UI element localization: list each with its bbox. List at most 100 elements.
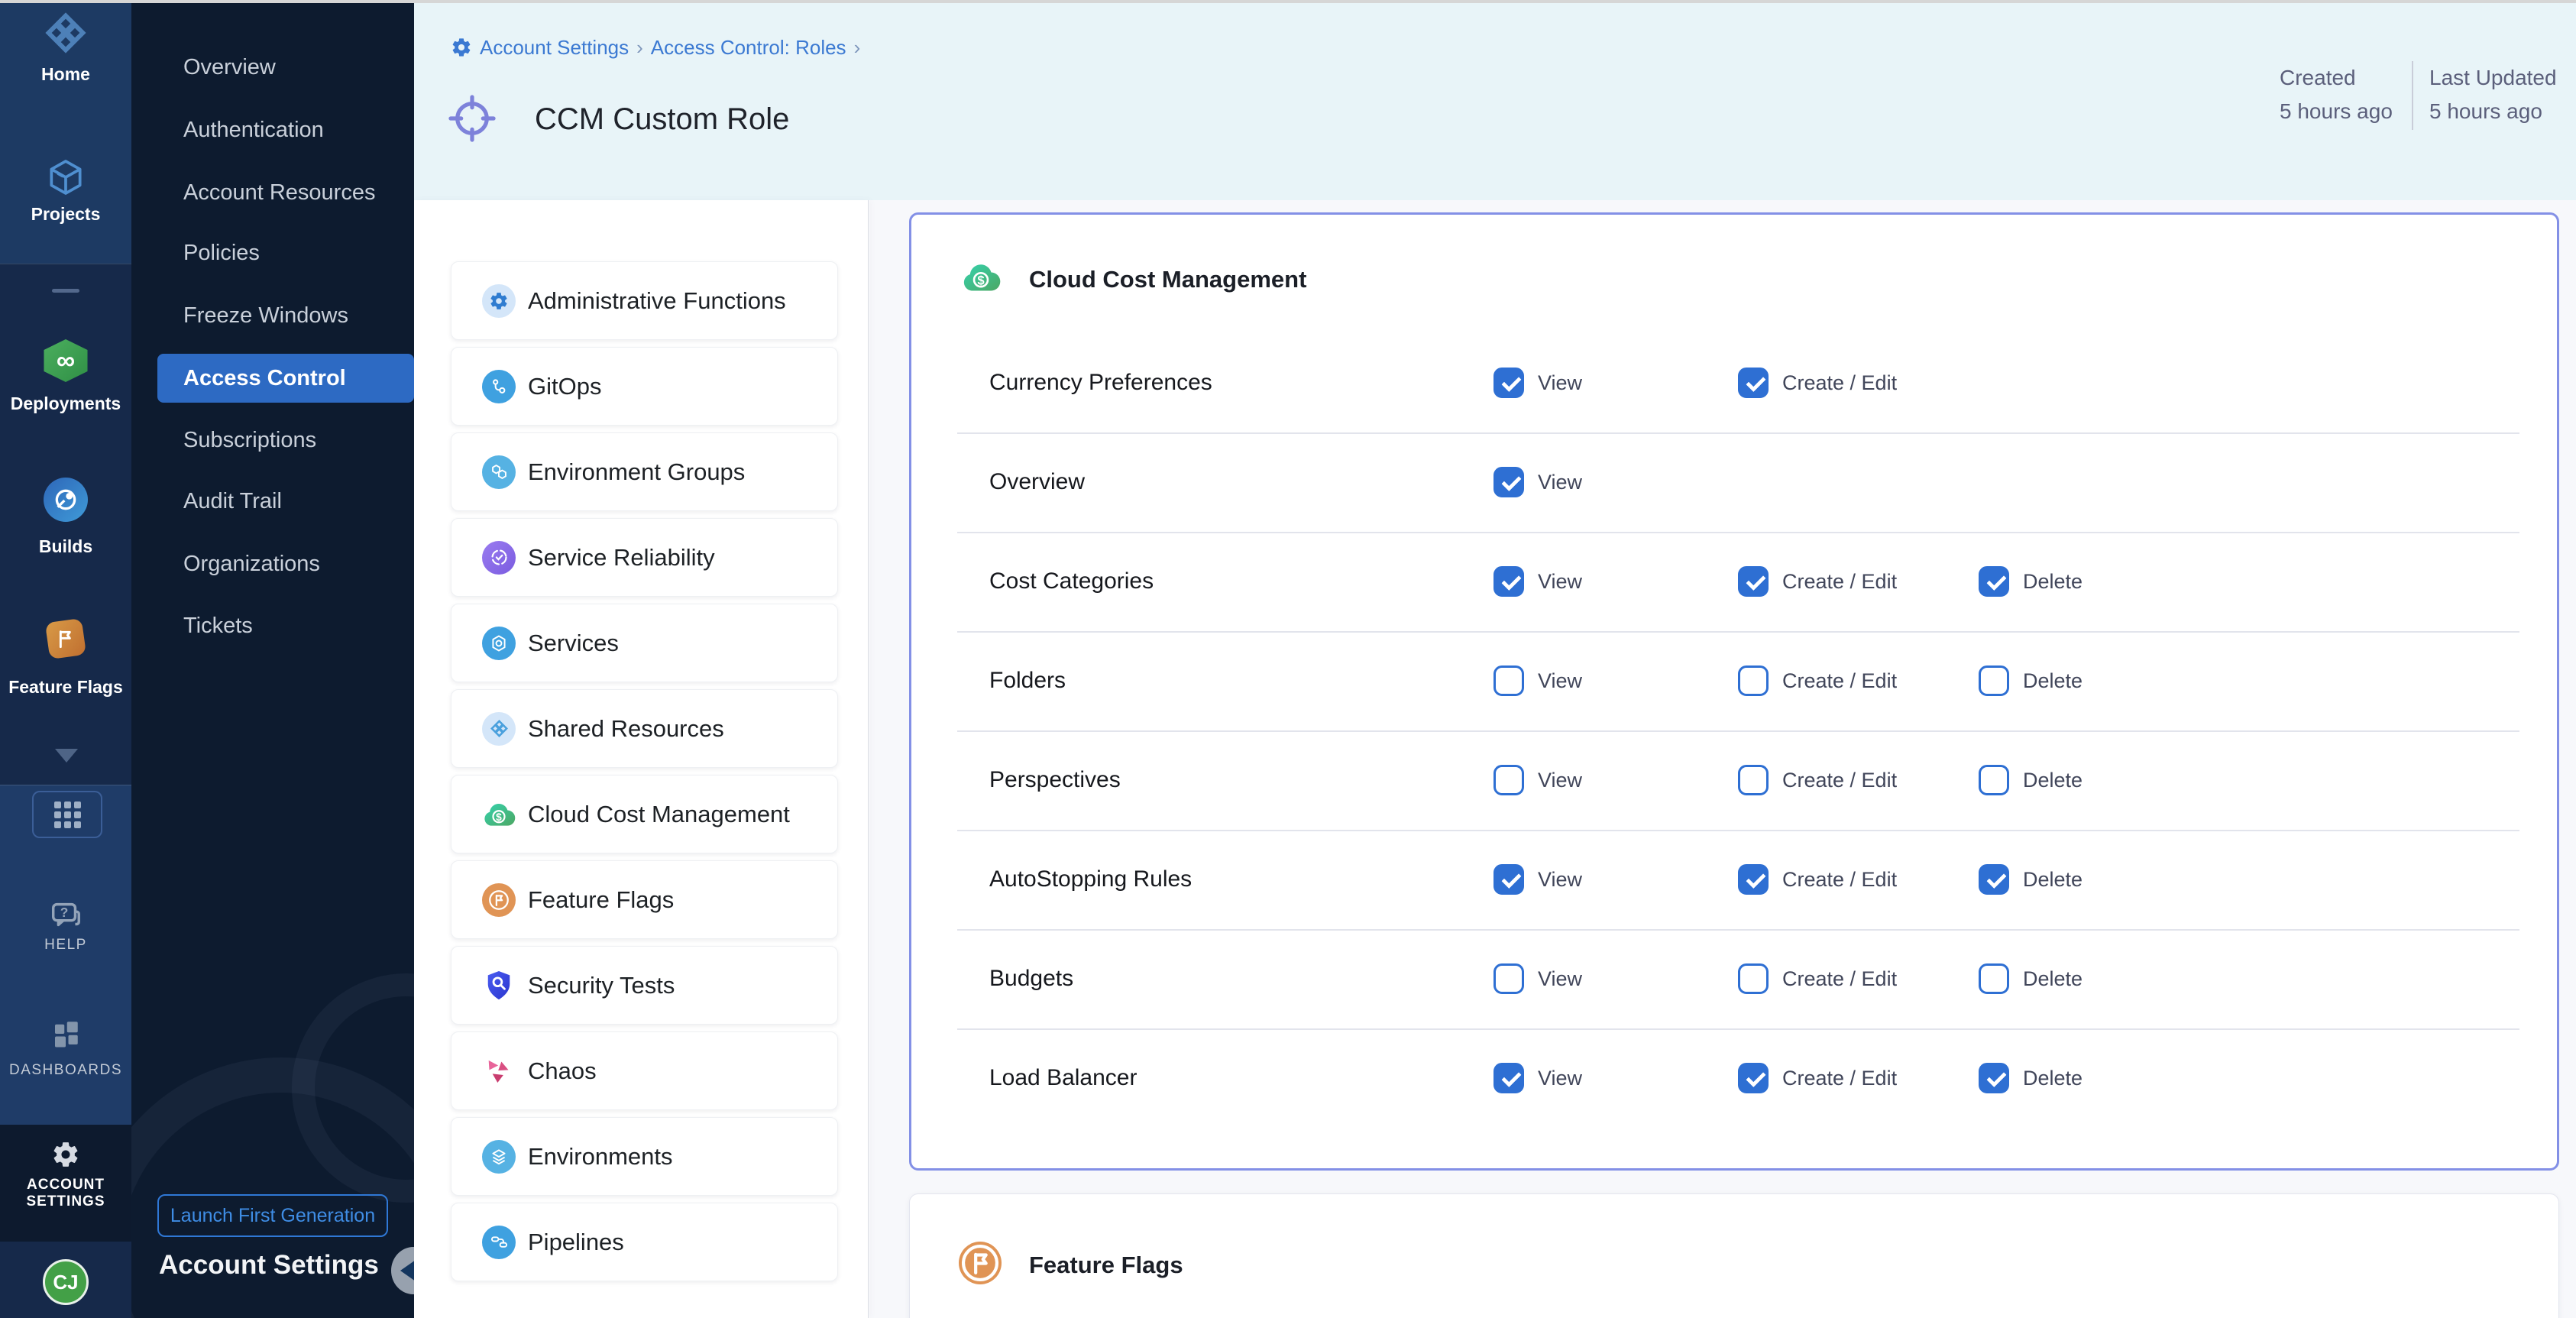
- delete-checkbox[interactable]: [1979, 1063, 2009, 1093]
- nav-item-organizations[interactable]: Organizations: [131, 539, 414, 588]
- breadcrumb-access-control-roles[interactable]: Access Control: Roles: [651, 36, 846, 60]
- rail-item-account-settings[interactable]: [0, 1140, 131, 1173]
- permission-row-label: AutoStopping Rules: [989, 866, 1192, 892]
- create-edit-checkbox[interactable]: [1738, 665, 1769, 696]
- rail-item-builds[interactable]: [0, 478, 131, 522]
- create-edit-checkbox[interactable]: [1738, 1063, 1769, 1093]
- flag-icon: [45, 618, 86, 659]
- rail-item-builds-label[interactable]: Builds: [0, 536, 131, 557]
- nav-item-tickets[interactable]: Tickets: [131, 601, 414, 650]
- module-card-service-reliability[interactable]: Service Reliability: [451, 518, 838, 597]
- checkbox-label: View: [1538, 1067, 1582, 1090]
- create-edit-checkbox[interactable]: [1738, 566, 1769, 597]
- nav-item-account-resources[interactable]: Account Resources: [131, 168, 414, 217]
- checkbox-label: View: [1538, 868, 1582, 892]
- module-label: Shared Resources: [528, 715, 724, 743]
- chevron-down-icon[interactable]: [55, 749, 78, 763]
- cloud-cost-management-icon: [960, 259, 1002, 300]
- environments-icon: [482, 1140, 516, 1174]
- user-avatar[interactable]: CJ: [43, 1259, 89, 1305]
- view-checkbox[interactable]: [1493, 1063, 1524, 1093]
- ccm-permissions-panel: Cloud Cost Management Currency Preferenc…: [909, 212, 2559, 1171]
- module-card-pipelines[interactable]: Pipelines: [451, 1203, 838, 1281]
- create-edit-checkbox[interactable]: [1738, 765, 1769, 795]
- breadcrumb-separator: ›: [854, 36, 861, 60]
- rail-item-help-label[interactable]: HELP: [0, 937, 131, 954]
- rail-item-projects[interactable]: [0, 156, 131, 202]
- rail-item-deployments-label[interactable]: Deployments: [0, 393, 131, 414]
- rail-collapsed-indicator: [52, 289, 79, 293]
- view-checkbox[interactable]: [1493, 765, 1524, 795]
- breadcrumb: Account Settings › Access Control: Roles…: [451, 34, 860, 61]
- rail-item-projects-label[interactable]: Projects: [0, 204, 131, 225]
- view-checkbox[interactable]: [1493, 467, 1524, 497]
- checkbox-label: Delete: [2023, 967, 2082, 991]
- checkbox-label: View: [1538, 669, 1582, 693]
- nav-item-audit-trail[interactable]: Audit Trail: [131, 477, 414, 526]
- delete-checkbox[interactable]: [1979, 566, 2009, 597]
- permission-row-label: Folders: [989, 668, 1066, 694]
- module-card-feature-flags[interactable]: Feature Flags: [451, 860, 838, 939]
- create-edit-checkbox[interactable]: [1738, 963, 1769, 994]
- module-card-cloud-cost-management[interactable]: Cloud Cost Management: [451, 775, 838, 853]
- rail-item-feature-flags[interactable]: [0, 620, 131, 657]
- rail-item-feature-flags-label[interactable]: Feature Flags: [0, 677, 131, 698]
- nav-item-policies[interactable]: Policies: [131, 228, 414, 277]
- panel-title: Feature Flags: [1029, 1252, 1183, 1279]
- account-settings-nav: Overview Authentication Account Resource…: [131, 3, 414, 1318]
- rail-item-dashboards-label[interactable]: DASHBOARDS: [0, 1062, 131, 1079]
- rail-item-home[interactable]: [0, 11, 131, 59]
- nav-bottom-title: Account Settings: [159, 1250, 379, 1281]
- view-checkbox[interactable]: [1493, 566, 1524, 597]
- services-icon: [482, 627, 516, 660]
- nav-item-access-control[interactable]: Access Control: [157, 354, 414, 403]
- cube-icon: [44, 189, 87, 202]
- module-card-environments[interactable]: Environments: [451, 1117, 838, 1196]
- module-label: Environments: [528, 1143, 673, 1171]
- delete-checkbox[interactable]: [1979, 963, 2009, 994]
- breadcrumb-account-settings[interactable]: Account Settings: [480, 36, 629, 60]
- nav-item-authentication[interactable]: Authentication: [131, 105, 414, 154]
- panel-header: Cloud Cost Management: [960, 259, 1306, 300]
- launch-first-generation-button[interactable]: Launch First Generation: [157, 1194, 388, 1237]
- nav-item-freeze-windows[interactable]: Freeze Windows: [131, 291, 414, 340]
- rail-item-dashboards[interactable]: [0, 1018, 131, 1054]
- checkbox-label: Create / Edit: [1782, 769, 1897, 792]
- last-updated-value: 5 hours ago: [2429, 95, 2557, 128]
- dashboards-icon: [50, 1018, 82, 1054]
- module-picker-button[interactable]: [32, 791, 102, 838]
- role-target-icon: [447, 93, 497, 147]
- module-card-security-tests[interactable]: Security Tests: [451, 946, 838, 1025]
- rail-item-help[interactable]: ?: [0, 898, 131, 937]
- module-card-environment-groups[interactable]: Environment Groups: [451, 432, 838, 511]
- view-checkbox[interactable]: [1493, 864, 1524, 895]
- module-card-administrative-functions[interactable]: Administrative Functions: [451, 261, 838, 340]
- view-checkbox[interactable]: [1493, 963, 1524, 994]
- nav-item-subscriptions[interactable]: Subscriptions: [131, 416, 414, 465]
- module-label: Chaos: [528, 1057, 597, 1085]
- module-label: Cloud Cost Management: [528, 801, 790, 828]
- module-card-shared-resources[interactable]: Shared Resources: [451, 689, 838, 768]
- module-card-services[interactable]: Services: [451, 604, 838, 682]
- module-label: Pipelines: [528, 1229, 624, 1256]
- delete-checkbox[interactable]: [1979, 665, 2009, 696]
- nav-item-overview[interactable]: Overview: [131, 43, 414, 92]
- create-edit-checkbox[interactable]: [1738, 368, 1769, 398]
- service-reliability-icon: [482, 541, 516, 575]
- feature-flags-permissions-panel: Feature Flags: [909, 1193, 2559, 1318]
- module-card-gitops[interactable]: GitOps: [451, 347, 838, 426]
- delete-checkbox[interactable]: [1979, 864, 2009, 895]
- page-title: CCM Custom Role: [535, 102, 789, 137]
- view-checkbox[interactable]: [1493, 368, 1524, 398]
- rail-item-home-label[interactable]: Home: [0, 64, 131, 85]
- created-label: Created: [2280, 61, 2393, 95]
- rail-item-account-settings-label[interactable]: ACCOUNT SETTINGS: [0, 1177, 131, 1210]
- module-card-chaos[interactable]: Chaos: [451, 1031, 838, 1110]
- rail-item-deployments[interactable]: ∞: [0, 339, 131, 382]
- checkbox-label: Create / Edit: [1782, 868, 1897, 892]
- view-checkbox[interactable]: [1493, 665, 1524, 696]
- delete-checkbox[interactable]: [1979, 765, 2009, 795]
- shared-resources-icon: [482, 712, 516, 746]
- collapse-left-icon: [400, 1260, 414, 1281]
- create-edit-checkbox[interactable]: [1738, 864, 1769, 895]
